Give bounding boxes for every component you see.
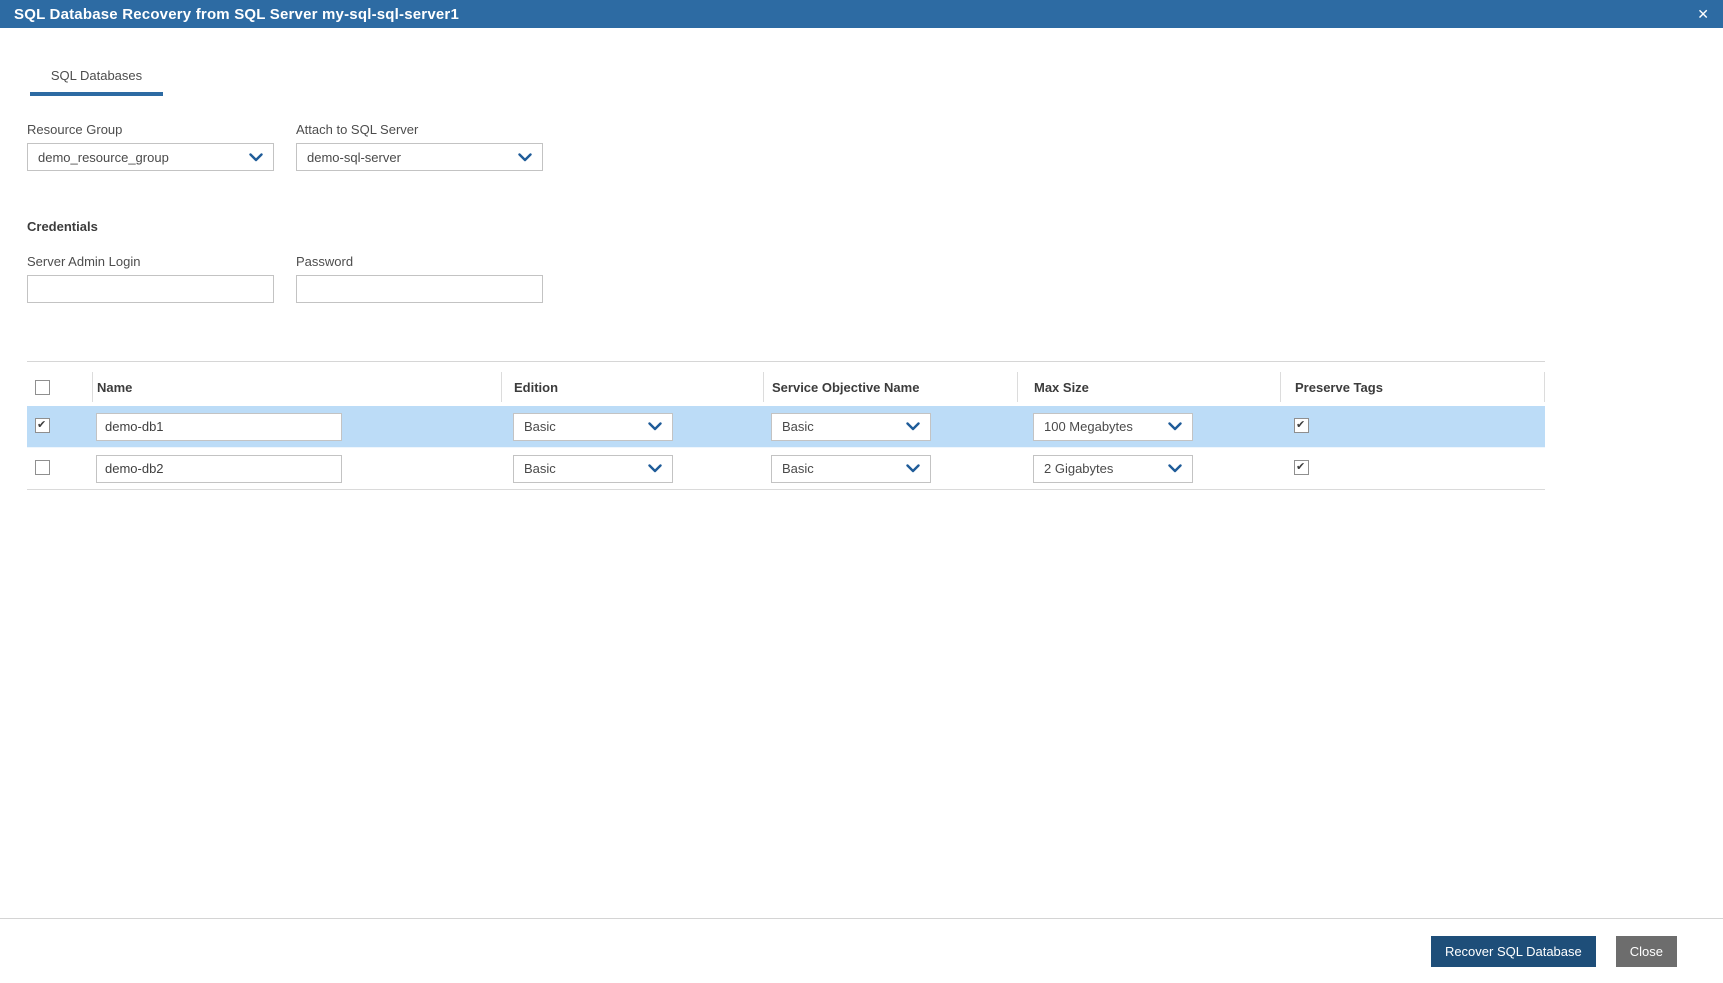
- service-objective-select[interactable]: Basic: [771, 454, 931, 483]
- password-label: Password: [296, 254, 354, 269]
- chevron-down-icon: [648, 464, 662, 473]
- preserve-tags-checkbox[interactable]: [1294, 459, 1309, 475]
- dialog-footer: Recover SQL Database Close: [0, 918, 1723, 983]
- recover-sql-database-button[interactable]: Recover SQL Database: [1430, 935, 1596, 967]
- edition-value: Basic: [524, 461, 556, 476]
- tab-bar: SQL Databases: [27, 60, 1545, 96]
- tab-sql-databases[interactable]: SQL Databases: [30, 60, 163, 96]
- credentials-heading: Credentials: [27, 219, 98, 234]
- chevron-down-icon: [906, 464, 920, 473]
- attach-sql-server-value: demo-sql-server: [307, 149, 401, 165]
- table-top-divider: [27, 361, 1545, 362]
- chevron-down-icon: [518, 152, 532, 161]
- preserve-tags-checkbox[interactable]: [1294, 417, 1309, 433]
- chevron-down-icon: [648, 422, 662, 431]
- chevron-down-icon: [1168, 464, 1182, 473]
- column-header-name: Name: [92, 372, 501, 402]
- column-header-preserve-tags: Preserve Tags: [1280, 372, 1545, 402]
- chevron-down-icon: [249, 152, 263, 161]
- server-admin-login-input[interactable]: [27, 275, 274, 303]
- max-size-select[interactable]: 100 Megabytes: [1033, 412, 1193, 441]
- max-size-select[interactable]: 2 Gigabytes: [1033, 454, 1193, 483]
- edition-select[interactable]: Basic: [513, 412, 673, 441]
- service-objective-value: Basic: [782, 419, 814, 434]
- column-header-service-objective: Service Objective Name: [763, 372, 1017, 402]
- close-icon[interactable]: ✕: [1697, 7, 1709, 21]
- column-header-edition: Edition: [501, 372, 763, 402]
- row-select-checkbox[interactable]: [35, 417, 50, 433]
- resource-group-label: Resource Group: [27, 122, 123, 137]
- table-row: Basic Basic 2 Gigabytes: [27, 448, 1545, 490]
- service-objective-value: Basic: [782, 461, 814, 476]
- max-size-value: 100 Megabytes: [1044, 419, 1133, 434]
- select-all-checkbox[interactable]: [35, 379, 50, 395]
- dialog-titlebar: SQL Database Recovery from SQL Server my…: [0, 0, 1723, 28]
- column-header-max-size: Max Size: [1017, 372, 1280, 402]
- chevron-down-icon: [1168, 422, 1182, 431]
- service-objective-select[interactable]: Basic: [771, 412, 931, 441]
- edition-select[interactable]: Basic: [513, 454, 673, 483]
- attach-sql-server-select[interactable]: demo-sql-server: [296, 143, 543, 171]
- max-size-value: 2 Gigabytes: [1044, 461, 1114, 476]
- close-button[interactable]: Close: [1615, 935, 1677, 967]
- row-select-checkbox[interactable]: [35, 459, 50, 475]
- chevron-down-icon: [906, 422, 920, 431]
- server-admin-login-label: Server Admin Login: [27, 254, 141, 269]
- table-row: Basic Basic 100 Megabytes: [27, 406, 1545, 448]
- table-header-row: Name Edition Service Objective Name Max …: [27, 368, 1545, 406]
- edition-value: Basic: [524, 419, 556, 434]
- db-name-input[interactable]: [96, 454, 342, 483]
- db-name-input[interactable]: [96, 412, 342, 441]
- password-input[interactable]: [296, 275, 543, 303]
- resource-group-select[interactable]: demo_resource_group: [27, 143, 274, 171]
- resource-group-value: demo_resource_group: [38, 149, 169, 165]
- dialog-title: SQL Database Recovery from SQL Server my…: [14, 5, 460, 23]
- attach-sql-server-label: Attach to SQL Server: [296, 122, 419, 137]
